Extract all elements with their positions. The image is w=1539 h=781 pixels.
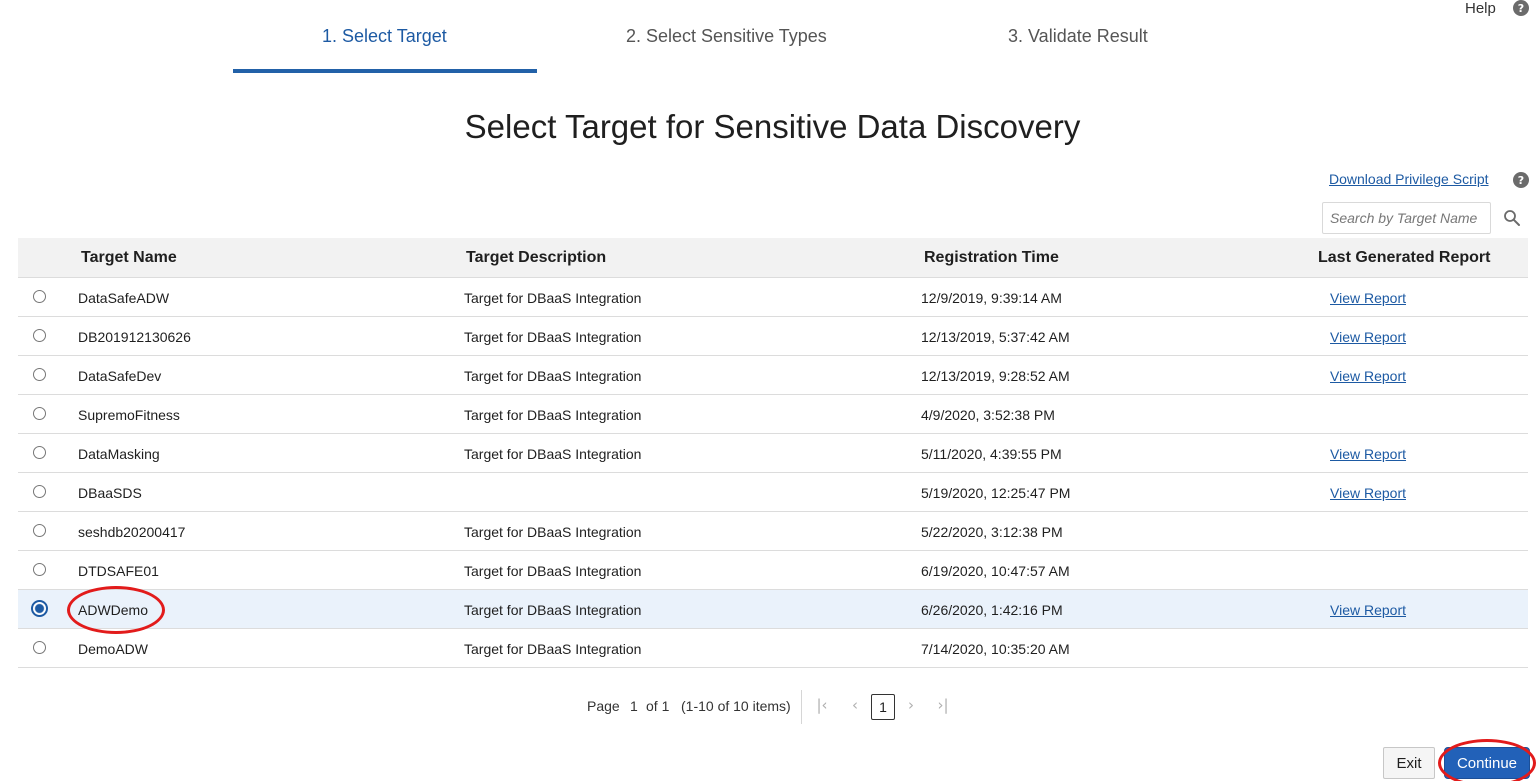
pagination-item-range: (1-10 of 10 items) [681, 698, 791, 714]
target-name-cell: DataSafeADW [78, 290, 170, 306]
view-report-link[interactable]: View Report [1330, 329, 1406, 345]
view-report-link[interactable]: View Report [1330, 290, 1406, 306]
search-input[interactable] [1322, 202, 1491, 234]
pagination-current-page: 1 [630, 698, 638, 714]
table-row[interactable]: DataSafeDev Target for DBaaS Integration 1… [18, 356, 1528, 395]
row-radio-button[interactable] [33, 524, 46, 537]
table-row[interactable]: DataMasking Target for DBaaS Integration 5… [18, 434, 1528, 473]
target-name-cell: SupremoFitness [78, 407, 180, 423]
view-report-link[interactable]: View Report [1330, 602, 1406, 618]
target-name-cell: DB201912130626 [78, 329, 191, 345]
view-report-link[interactable]: View Report [1330, 485, 1406, 501]
row-radio-button[interactable] [33, 290, 46, 303]
column-header-target-description[interactable]: Target Description [466, 249, 606, 267]
registration-time-cell: 5/22/2020, 3:12:38 PM [921, 524, 1063, 540]
target-name-cell: DataMasking [78, 446, 160, 462]
target-description-cell: Target for DBaaS Integration [464, 329, 642, 345]
registration-time-cell: 5/11/2020, 4:39:55 PM [921, 446, 1062, 462]
page-number-button[interactable]: 1 [871, 694, 895, 720]
page-title: Select Target for Sensitive Data Discove… [464, 108, 1081, 145]
target-description-cell: Target for DBaaS Integration [464, 602, 642, 618]
row-radio-button[interactable] [33, 446, 46, 459]
registration-time-cell: 12/13/2019, 5:37:42 AM [921, 329, 1070, 345]
pagination: Page 1 of 1 (1-10 of 10 items) |‹ ‹ 1 › … [0, 690, 1539, 724]
table-row[interactable]: DB201912130626 Target for DBaaS Integrati… [18, 317, 1528, 356]
table-row[interactable]: ADWDemo Target for DBaaS Integration 6/26/… [18, 590, 1528, 629]
pagination-divider [801, 690, 802, 724]
column-header-registration-time[interactable]: Registration Time [924, 249, 1059, 267]
page: Help ? 1. Select Target 2. Select Sensit… [0, 0, 1539, 781]
table-body: DataSafeADW Target for DBaaS Integration 1… [18, 278, 1528, 668]
target-name-cell: ADWDemo [78, 602, 149, 618]
pagination-of-total: of 1 [646, 698, 670, 714]
registration-time-cell: 5/19/2020, 12:25:47 PM [921, 485, 1071, 501]
target-description-cell: Target for DBaaS Integration [464, 641, 642, 657]
view-report-link[interactable]: View Report [1330, 368, 1406, 384]
target-description-cell: Target for DBaaS Integration [464, 368, 642, 384]
table-header: Target Name Target Description Registrat… [18, 238, 1528, 278]
step-select-sensitive-types[interactable]: 2. Select Sensitive Types [626, 26, 827, 47]
column-header-target-name[interactable]: Target Name [81, 249, 177, 267]
registration-time-cell: 6/26/2020, 1:42:16 PM [921, 602, 1063, 618]
registration-time-cell: 4/9/2020, 3:52:38 PM [921, 407, 1055, 423]
target-description-cell: Target for DBaaS Integration [464, 563, 642, 579]
column-header-last-generated-report[interactable]: Last Generated Report [1318, 249, 1490, 267]
row-radio-button[interactable] [33, 563, 46, 576]
pagination-page-label: Page [587, 698, 620, 714]
next-page-icon[interactable]: › [902, 696, 920, 716]
previous-page-icon[interactable]: ‹ [846, 696, 864, 716]
row-radio-button[interactable] [33, 485, 46, 498]
row-radio-button[interactable] [31, 600, 48, 617]
first-page-icon[interactable]: |‹ [813, 696, 831, 716]
step-train: 1. Select Target 2. Select Sensitive Typ… [0, 0, 1539, 73]
table-row[interactable]: DataSafeADW Target for DBaaS Integration 1… [18, 278, 1528, 317]
target-description-cell: Target for DBaaS Integration [464, 407, 642, 423]
registration-time-cell: 12/9/2019, 9:39:14 AM [921, 290, 1062, 306]
row-radio-button[interactable] [33, 368, 46, 381]
registration-time-cell: 6/19/2020, 10:47:57 AM [921, 563, 1070, 579]
target-name-cell: DTDSAFE01 [78, 563, 159, 579]
row-radio-button[interactable] [33, 407, 46, 420]
target-name-cell: DemoADW [78, 641, 149, 657]
table-row[interactable]: DTDSAFE01 Target for DBaaS Integration 6/1… [18, 551, 1528, 590]
table-row[interactable]: DemoADW Target for DBaaS Integration 7/14/… [18, 629, 1528, 668]
download-privilege-script-link[interactable]: Download Privilege Script [1329, 171, 1489, 187]
table-row[interactable]: DBaaSDS 5/19/2020, 12:25:47 PM View Report [18, 473, 1528, 512]
row-radio-button[interactable] [33, 641, 46, 654]
step-validate-result[interactable]: 3. Validate Result [1008, 26, 1148, 47]
target-description-cell: Target for DBaaS Integration [464, 290, 642, 306]
target-description-cell: Target for DBaaS Integration [464, 446, 642, 462]
target-name-cell: DBaaSDS [78, 485, 142, 501]
table-row[interactable]: SupremoFitness Target for DBaaS Integrati… [18, 395, 1528, 434]
question-circle-icon[interactable]: ? [1513, 172, 1529, 188]
registration-time-cell: 7/14/2020, 10:35:20 AM [921, 641, 1070, 657]
targets-table: Target Name Target Description Registrat… [18, 238, 1528, 668]
target-name-cell: seshdb20200417 [78, 524, 186, 540]
exit-button[interactable]: Exit [1383, 747, 1435, 779]
target-description-cell: Target for DBaaS Integration [464, 524, 642, 540]
search-icon[interactable] [1503, 209, 1521, 227]
target-name-cell: DataSafeDev [78, 368, 162, 384]
registration-time-cell: 12/13/2019, 9:28:52 AM [921, 368, 1070, 384]
step-select-target[interactable]: 1. Select Target [322, 26, 447, 47]
table-row[interactable]: seshdb20200417 Target for DBaaS Integrati… [18, 512, 1528, 551]
active-step-indicator [233, 69, 537, 73]
last-page-icon[interactable]: ›| [934, 696, 952, 716]
view-report-link[interactable]: View Report [1330, 446, 1406, 462]
row-radio-button[interactable] [33, 329, 46, 342]
continue-button[interactable]: Continue [1444, 747, 1530, 779]
